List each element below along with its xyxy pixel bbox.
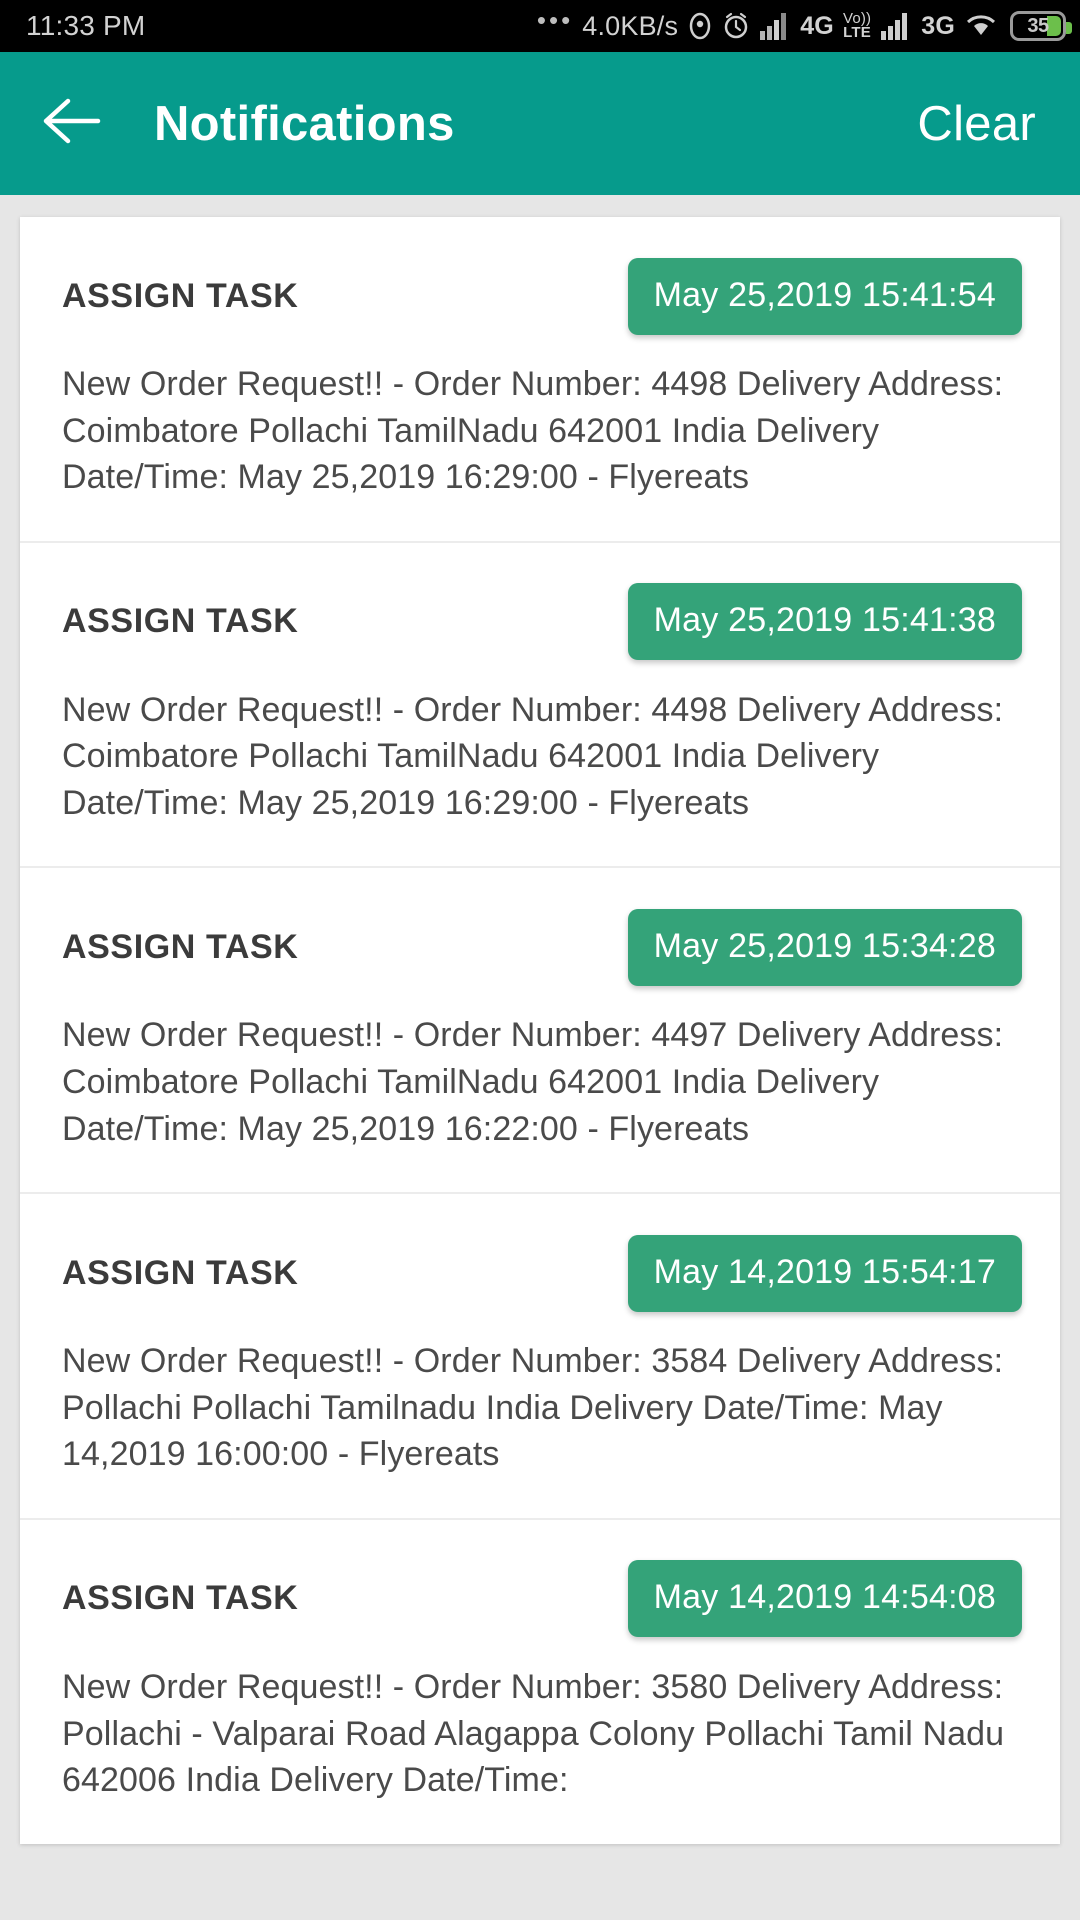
notification-item[interactable]: ASSIGN TASK May 25,2019 15:41:38 New Ord… (20, 543, 1060, 869)
notification-item[interactable]: ASSIGN TASK May 25,2019 15:41:54 New Ord… (20, 217, 1060, 543)
notification-type-label: ASSIGN TASK (62, 276, 299, 315)
notification-timestamp-badge: May 14,2019 15:54:17 (627, 1234, 1022, 1312)
back-arrow-icon (42, 98, 104, 149)
signal-bars-icon (759, 12, 791, 40)
status-bar-clock: 11:33 PM (26, 10, 146, 41)
notification-timestamp-badge: May 25,2019 15:34:28 (627, 908, 1022, 986)
notification-type-label: ASSIGN TASK (62, 1253, 299, 1292)
notification-type-label: ASSIGN TASK (62, 1579, 299, 1618)
notification-header: ASSIGN TASK May 14,2019 15:54:17 (62, 1230, 1022, 1316)
network-speed-label: 4.0KB/s (582, 10, 679, 41)
clear-button[interactable]: Clear (917, 96, 1040, 152)
notifications-scroll-area[interactable]: ASSIGN TASK May 25,2019 15:41:54 New Ord… (0, 195, 1080, 1920)
notification-body-text: New Order Request!! - Order Number: 3584… (62, 1342, 1004, 1474)
notification-body-text: New Order Request!! - Order Number: 3580… (62, 1667, 1005, 1800)
signal-bars-icon-2 (880, 12, 912, 40)
overflow-dots-icon: ••• (536, 4, 574, 35)
notification-timestamp-badge: May 25,2019 15:41:54 (627, 257, 1022, 335)
status-bar: 11:33 PM ••• 4.0KB/s 4G Vo)) LTE 3G 35 (0, 0, 1080, 52)
alarm-icon (722, 11, 750, 41)
volte-icon: Vo)) LTE (842, 9, 872, 41)
network-type-4g-label: 4G (800, 11, 834, 40)
back-button[interactable] (40, 91, 106, 157)
notification-body-text: New Order Request!! - Order Number: 4498… (62, 690, 1004, 822)
notification-type-label: ASSIGN TASK (62, 927, 299, 966)
status-bar-icons: ••• 4.0KB/s 4G Vo)) LTE 3G 35 (537, 5, 1072, 42)
notification-header: ASSIGN TASK May 25,2019 15:34:28 (62, 904, 1022, 990)
notification-item[interactable]: ASSIGN TASK May 14,2019 14:54:08 New Ord… (20, 1520, 1060, 1844)
notification-type-label: ASSIGN TASK (62, 602, 299, 641)
notification-header: ASSIGN TASK May 25,2019 15:41:38 (62, 579, 1022, 665)
notification-timestamp-badge: May 14,2019 14:54:08 (627, 1560, 1022, 1638)
battery-level-label: 35 (1027, 14, 1049, 37)
notification-item[interactable]: ASSIGN TASK May 25,2019 15:34:28 New Ord… (20, 868, 1060, 1195)
notification-item[interactable]: ASSIGN TASK May 14,2019 15:54:17 New Ord… (20, 1194, 1060, 1520)
network-type-3g-label: 3G (921, 11, 955, 40)
notification-header: ASSIGN TASK May 14,2019 14:54:08 (62, 1556, 1022, 1642)
wifi-icon (964, 12, 998, 40)
app-bar: Notifications Clear (0, 52, 1080, 195)
notification-body-text: New Order Request!! - Order Number: 4497… (62, 1016, 1004, 1148)
notification-body-text: New Order Request!! - Order Number: 4498… (62, 365, 1004, 497)
notification-header: ASSIGN TASK May 25,2019 15:41:54 (62, 253, 1022, 339)
page-title: Notifications (154, 96, 455, 151)
notification-timestamp-badge: May 25,2019 15:41:38 (627, 583, 1022, 661)
battery-icon: 35 (1010, 11, 1072, 41)
notifications-card: ASSIGN TASK May 25,2019 15:41:54 New Ord… (20, 217, 1060, 1844)
location-icon (687, 11, 713, 41)
